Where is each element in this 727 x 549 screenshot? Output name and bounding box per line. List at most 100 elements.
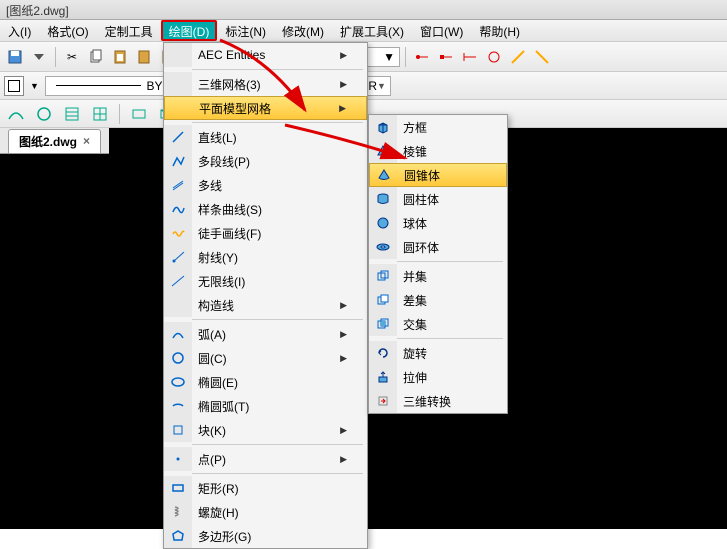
menu-separator bbox=[397, 261, 503, 262]
menu-icon bbox=[369, 365, 397, 389]
menu-separator bbox=[192, 473, 363, 474]
paste-icon[interactable] bbox=[109, 46, 131, 68]
menu-3[interactable]: 绘图(D) bbox=[161, 20, 218, 41]
menu-item[interactable]: 椭圆(E) bbox=[164, 370, 367, 394]
submenu-item[interactable]: 旋转 bbox=[369, 341, 507, 365]
menu-label: 螺旋(H) bbox=[192, 504, 347, 521]
toolbar-separator bbox=[405, 47, 406, 67]
color-picker[interactable] bbox=[4, 76, 24, 96]
menu-item[interactable]: 块(K)▶ bbox=[164, 418, 367, 442]
menu-item[interactable]: 椭圆弧(T) bbox=[164, 394, 367, 418]
menu-label: 点(P) bbox=[192, 451, 340, 468]
menu-icon bbox=[164, 293, 192, 317]
menu-icon bbox=[165, 96, 193, 120]
menu-item[interactable]: 徒手画线(F) bbox=[164, 221, 367, 245]
submenu-item[interactable]: 交集 bbox=[369, 312, 507, 336]
submenu-item[interactable]: 三维转换 bbox=[369, 389, 507, 413]
menu-item[interactable]: 平面模型网格▶ bbox=[164, 96, 367, 120]
menu-icon bbox=[370, 163, 398, 187]
menu-item[interactable]: 弧(A)▶ bbox=[164, 322, 367, 346]
menu-item[interactable]: 螺旋(H) bbox=[164, 500, 367, 524]
close-icon[interactable]: × bbox=[83, 134, 90, 148]
submenu-arrow-icon: ▶ bbox=[340, 425, 347, 436]
submenu-item[interactable]: 拉伸 bbox=[369, 365, 507, 389]
menu-icon bbox=[164, 221, 192, 245]
menu-item[interactable]: 多边形(G) bbox=[164, 524, 367, 548]
menu-label: 块(K) bbox=[192, 422, 340, 439]
submenu-item[interactable]: 并集 bbox=[369, 264, 507, 288]
menu-item[interactable]: 无限线(I) bbox=[164, 269, 367, 293]
submenu-arrow-icon: ▶ bbox=[340, 50, 347, 61]
chevron-down-icon: ▼ bbox=[377, 81, 386, 91]
menu-item[interactable]: 射线(Y) bbox=[164, 245, 367, 269]
menu-item[interactable]: 构造线▶ bbox=[164, 293, 367, 317]
submenu-item[interactable]: 圆环体 bbox=[369, 235, 507, 259]
menu-4[interactable]: 标注(N) bbox=[217, 20, 274, 41]
menu-label: 差集 bbox=[397, 292, 507, 309]
tab-label: 图纸2.dwg bbox=[19, 133, 77, 150]
submenu-item[interactable]: 棱锥 bbox=[369, 139, 507, 163]
chevron-down-icon[interactable]: ▼ bbox=[30, 81, 39, 91]
grid-icon[interactable] bbox=[88, 102, 112, 126]
submenu-arrow-icon: ▶ bbox=[340, 454, 347, 465]
hatch-icon[interactable] bbox=[60, 102, 84, 126]
menu-label: 徒手画线(F) bbox=[192, 225, 347, 242]
dim3-icon[interactable] bbox=[507, 46, 529, 68]
menu-7[interactable]: 窗口(W) bbox=[412, 20, 471, 41]
rect-icon[interactable] bbox=[127, 102, 151, 126]
menu-icon bbox=[369, 312, 397, 336]
menubar: 入(I)格式(O)定制工具绘图(D)标注(N)修改(M)扩展工具(X)窗口(W)… bbox=[0, 20, 727, 42]
submenu-arrow-icon: ▶ bbox=[340, 329, 347, 340]
menu-2[interactable]: 定制工具 bbox=[97, 20, 161, 41]
menu-separator bbox=[192, 69, 363, 70]
menu-label: 多边形(G) bbox=[192, 528, 347, 545]
draw-menu: AEC Entities▶三维网格(3)▶平面模型网格▶直线(L)多段线(P)多… bbox=[163, 42, 368, 549]
menu-5[interactable]: 修改(M) bbox=[274, 20, 332, 41]
menu-item[interactable]: 多段线(P) bbox=[164, 149, 367, 173]
dim4-icon[interactable] bbox=[531, 46, 553, 68]
submenu-item[interactable]: 方框 bbox=[369, 115, 507, 139]
menu-icon bbox=[164, 197, 192, 221]
menu-item[interactable]: 圆(C)▶ bbox=[164, 346, 367, 370]
menu-icon bbox=[164, 72, 192, 96]
menu-label: 矩形(R) bbox=[192, 480, 347, 497]
dim1-icon[interactable] bbox=[459, 46, 481, 68]
menu-icon bbox=[164, 149, 192, 173]
menu-item[interactable]: 三维网格(3)▶ bbox=[164, 72, 367, 96]
menu-icon bbox=[164, 346, 192, 370]
menu-1[interactable]: 格式(O) bbox=[39, 20, 96, 41]
menu-item[interactable]: AEC Entities▶ bbox=[164, 43, 367, 67]
menu-item[interactable]: 多线 bbox=[164, 173, 367, 197]
circle-icon[interactable] bbox=[32, 102, 56, 126]
menu-item[interactable]: 矩形(R) bbox=[164, 476, 367, 500]
mesh-submenu: 方框棱锥圆锥体圆柱体球体圆环体并集差集交集旋转拉伸三维转换 bbox=[368, 114, 508, 414]
menu-item[interactable]: 点(P)▶ bbox=[164, 447, 367, 471]
menu-0[interactable]: 入(I) bbox=[0, 20, 39, 41]
cut-icon[interactable]: ✂ bbox=[61, 46, 83, 68]
submenu-item[interactable]: 差集 bbox=[369, 288, 507, 312]
menu-label: 圆锥体 bbox=[398, 167, 506, 184]
menu-icon bbox=[369, 211, 397, 235]
drop-icon[interactable] bbox=[28, 46, 50, 68]
menu-icon bbox=[164, 43, 192, 67]
submenu-item[interactable]: 圆锥体 bbox=[369, 163, 507, 187]
save-icon[interactable] bbox=[4, 46, 26, 68]
node1-icon[interactable] bbox=[411, 46, 433, 68]
submenu-item[interactable]: 圆柱体 bbox=[369, 187, 507, 211]
clipboard-icon[interactable] bbox=[133, 46, 155, 68]
document-tab[interactable]: 图纸2.dwg × bbox=[8, 129, 101, 153]
menu-label: 棱锥 bbox=[397, 143, 507, 160]
menu-item[interactable]: 样条曲线(S) bbox=[164, 197, 367, 221]
menu-icon bbox=[369, 288, 397, 312]
node2-icon[interactable] bbox=[435, 46, 457, 68]
menu-icon bbox=[369, 139, 397, 163]
menu-6[interactable]: 扩展工具(X) bbox=[332, 20, 412, 41]
submenu-item[interactable]: 球体 bbox=[369, 211, 507, 235]
copy-icon[interactable] bbox=[85, 46, 107, 68]
menu-label: 并集 bbox=[397, 268, 507, 285]
dim2-icon[interactable] bbox=[483, 46, 505, 68]
menu-item[interactable]: 直线(L) bbox=[164, 125, 367, 149]
menu-separator bbox=[192, 319, 363, 320]
menu-8[interactable]: 帮助(H) bbox=[471, 20, 528, 41]
arc1-icon[interactable] bbox=[4, 102, 28, 126]
